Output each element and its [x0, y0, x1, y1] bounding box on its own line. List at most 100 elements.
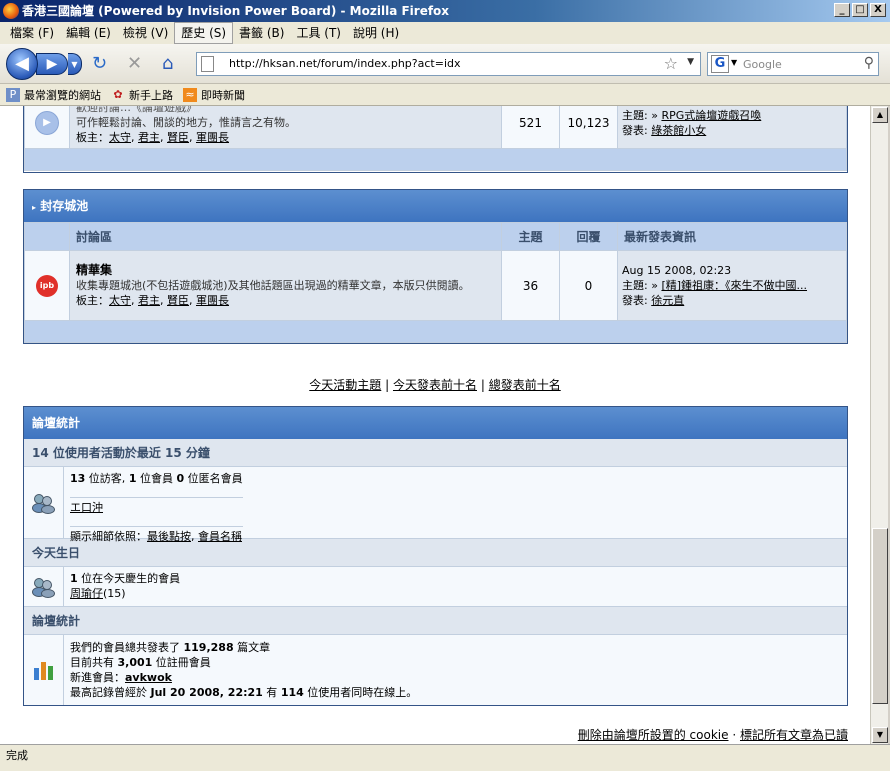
forum-status-icon: ▶	[35, 110, 59, 135]
category-header[interactable]: ▸ 封存城池	[24, 190, 847, 222]
menu-history[interactable]: 歷史 (S)	[174, 22, 234, 44]
status-text: 完成	[6, 749, 28, 762]
replies-count: 10,123	[559, 106, 618, 149]
moderator-link[interactable]: 太守	[109, 131, 131, 144]
scroll-thumb[interactable]	[872, 528, 888, 704]
archive-category-block: ▸ 封存城池 討論區 主題 回覆 最新發表資訊 ipb 精華集 收集專題城池(不…	[23, 189, 848, 344]
topics-count: 36	[501, 250, 560, 321]
moderator-link[interactable]: 君主	[138, 294, 160, 307]
moderator-link[interactable]: 賢臣	[167, 131, 189, 144]
status-bar: 完成	[0, 744, 890, 771]
birthday-count: 1	[70, 572, 78, 585]
menu-edit[interactable]: 編輯 (E)	[60, 23, 117, 43]
active-users-header: 14 位使用者活動於最近 15 分鐘	[24, 439, 847, 467]
rss-icon: ≈	[183, 87, 197, 102]
col-forum: 討論區	[69, 222, 502, 251]
poster-label: 發表:	[622, 123, 648, 137]
history-dropdown-button[interactable]: ▼	[68, 53, 82, 75]
today-top10-link[interactable]: 今天發表前十名	[393, 378, 477, 392]
forum-desc: 收集專題城池(不包括遊戲城池)及其他話題區出現過的精華文章，本版只供閱讀。	[76, 279, 470, 292]
most-visited-icon: P	[6, 87, 20, 102]
text: 篇文章	[233, 641, 271, 654]
today-active-topics-link[interactable]: 今天活動主題	[309, 378, 381, 392]
topic-label: 主題: »	[622, 279, 658, 292]
stop-icon[interactable]: ✕	[127, 54, 142, 74]
last-topic-link[interactable]: RPG式論壇遊戲召喚	[661, 109, 761, 122]
board-stats-block: 論壇統計 14 位使用者活動於最近 15 分鐘 13 位訪客, 1 位會員 0 …	[23, 406, 848, 706]
moderator-link[interactable]: 君主	[138, 131, 160, 144]
replies-count: 0	[559, 250, 618, 321]
menu-bar: 檔案 (F) 編輯 (E) 檢視 (V) 歷史 (S) 書籤 (B) 工具 (T…	[0, 22, 890, 44]
address-bar[interactable]: http://hksan.net/forum/index.php?act=idx…	[196, 52, 701, 76]
forum-moderators: 板主：太守, 君主, 賢臣, 軍團長	[76, 131, 229, 144]
menu-view[interactable]: 檢視 (V)	[117, 23, 174, 43]
back-arrow-icon: ◀	[15, 53, 29, 74]
menu-help[interactable]: 說明 (H)	[347, 23, 405, 43]
search-icon[interactable]: ⚲	[864, 55, 874, 71]
mark-all-read-link[interactable]: 標記所有文章為已讀	[740, 728, 848, 742]
moderators-label: 板主：	[76, 294, 109, 307]
reload-icon[interactable]: ↻	[92, 54, 107, 74]
bookmark-getting-started[interactable]: ✿ 新手上路	[111, 87, 173, 103]
col-topics: 主題	[501, 222, 560, 251]
poster-label: 發表:	[622, 294, 648, 307]
birthday-member: 周瑜仔(15)	[70, 586, 180, 601]
scroll-down-icon[interactable]: ▼	[872, 727, 888, 743]
column-headers: 討論區 主題 回覆 最新發表資訊	[24, 222, 847, 251]
moderator-link[interactable]: 軍團長	[196, 294, 229, 307]
bookmark-star-icon[interactable]: ☆	[664, 54, 678, 73]
bookmark-label: 即時新聞	[201, 88, 245, 102]
scroll-up-icon[interactable]: ▲	[872, 107, 888, 123]
close-button[interactable]: X	[870, 3, 886, 17]
forum-row: ipb 精華集 收集專題城池(不包括遊戲城池)及其他話題區出現過的精華文章，本版…	[24, 250, 847, 321]
menu-file[interactable]: 檔案 (F)	[4, 23, 60, 43]
moderator-link[interactable]: 賢臣	[167, 294, 189, 307]
delete-cookies-link[interactable]: 刪除由論壇所設置的 cookie	[578, 728, 729, 742]
back-button[interactable]: ◀	[6, 48, 38, 80]
search-placeholder[interactable]: Google	[743, 58, 782, 71]
menu-tools[interactable]: 工具 (T)	[290, 23, 347, 43]
bookmarks-toolbar: P 最常瀏覽的網站 ✿ 新手上路 ≈ 即時新聞	[0, 84, 890, 106]
url-text[interactable]: http://hksan.net/forum/index.php?act=idx	[229, 57, 461, 70]
maximize-button[interactable]: □	[852, 3, 868, 17]
birthday-member-link[interactable]: 周瑜仔	[70, 587, 103, 600]
search-box[interactable]: G ▼ Google ⚲	[707, 52, 879, 76]
last-topic-link[interactable]: [精]鍾祖康：《來生不做中國...	[661, 279, 807, 292]
board-stats-header: 論壇統計	[24, 607, 847, 635]
url-dropdown-icon[interactable]: ▼	[687, 57, 694, 67]
bookmark-most-visited[interactable]: P 最常瀏覽的網站	[6, 87, 101, 103]
last-poster-link[interactable]: 綠茶館小女	[651, 124, 706, 137]
active-users-row: 13 位訪客, 1 位會員 0 位匿名會員 エ口沖 顯示細節依照：最後點按, 會…	[24, 467, 847, 543]
window-title: 香港三國論壇 (Powered by Invision Power Board)…	[22, 4, 450, 18]
text: 位會員	[136, 472, 177, 485]
text: 有	[262, 686, 281, 699]
forum-desc: 可作輕鬆討論、閒談的地方，惟請言之有物。	[76, 116, 296, 129]
bookmark-label: 新手上路	[129, 88, 173, 102]
forward-arrow-icon: ▶	[46, 56, 58, 72]
activity-links: 今天活動主題 | 今天發表前十名 | 總發表前十名	[0, 376, 870, 393]
collapse-arrow-icon[interactable]: ▸	[32, 203, 36, 212]
newest-member-link[interactable]: avkwok	[125, 671, 172, 684]
forward-button[interactable]: ▶	[36, 53, 68, 75]
total-top10-link[interactable]: 總發表前十名	[489, 378, 561, 392]
getting-started-icon: ✿	[113, 87, 123, 101]
category-title[interactable]: 封存城池	[40, 199, 88, 213]
sort-last-click-link[interactable]: 最後點按	[147, 530, 191, 543]
menu-bookmarks[interactable]: 書籤 (B)	[233, 23, 290, 43]
separator: ·	[732, 728, 737, 742]
moderator-link[interactable]: 軍團長	[196, 131, 229, 144]
active-user-link[interactable]: エ口沖	[70, 501, 103, 514]
anon-count: 0	[176, 472, 185, 485]
forum-name-link[interactable]: 精華集	[76, 263, 495, 278]
engine-dropdown-icon[interactable]: ▼	[731, 58, 737, 67]
home-icon[interactable]: ⌂	[162, 54, 173, 74]
google-engine-icon[interactable]: G	[711, 55, 729, 73]
minimize-button[interactable]: _	[834, 3, 850, 17]
bookmark-live-news[interactable]: ≈ 即時新聞	[183, 87, 245, 103]
vertical-scrollbar[interactable]: ▲ ▼	[870, 106, 888, 744]
text: 位匿名會員	[184, 472, 243, 485]
sort-member-name-link[interactable]: 會員名稱	[198, 530, 242, 543]
moderator-link[interactable]: 太守	[109, 294, 131, 307]
last-poster-link[interactable]: 徐元直	[651, 294, 684, 307]
last-post-author: 發表: 綠茶館小女	[622, 123, 842, 138]
